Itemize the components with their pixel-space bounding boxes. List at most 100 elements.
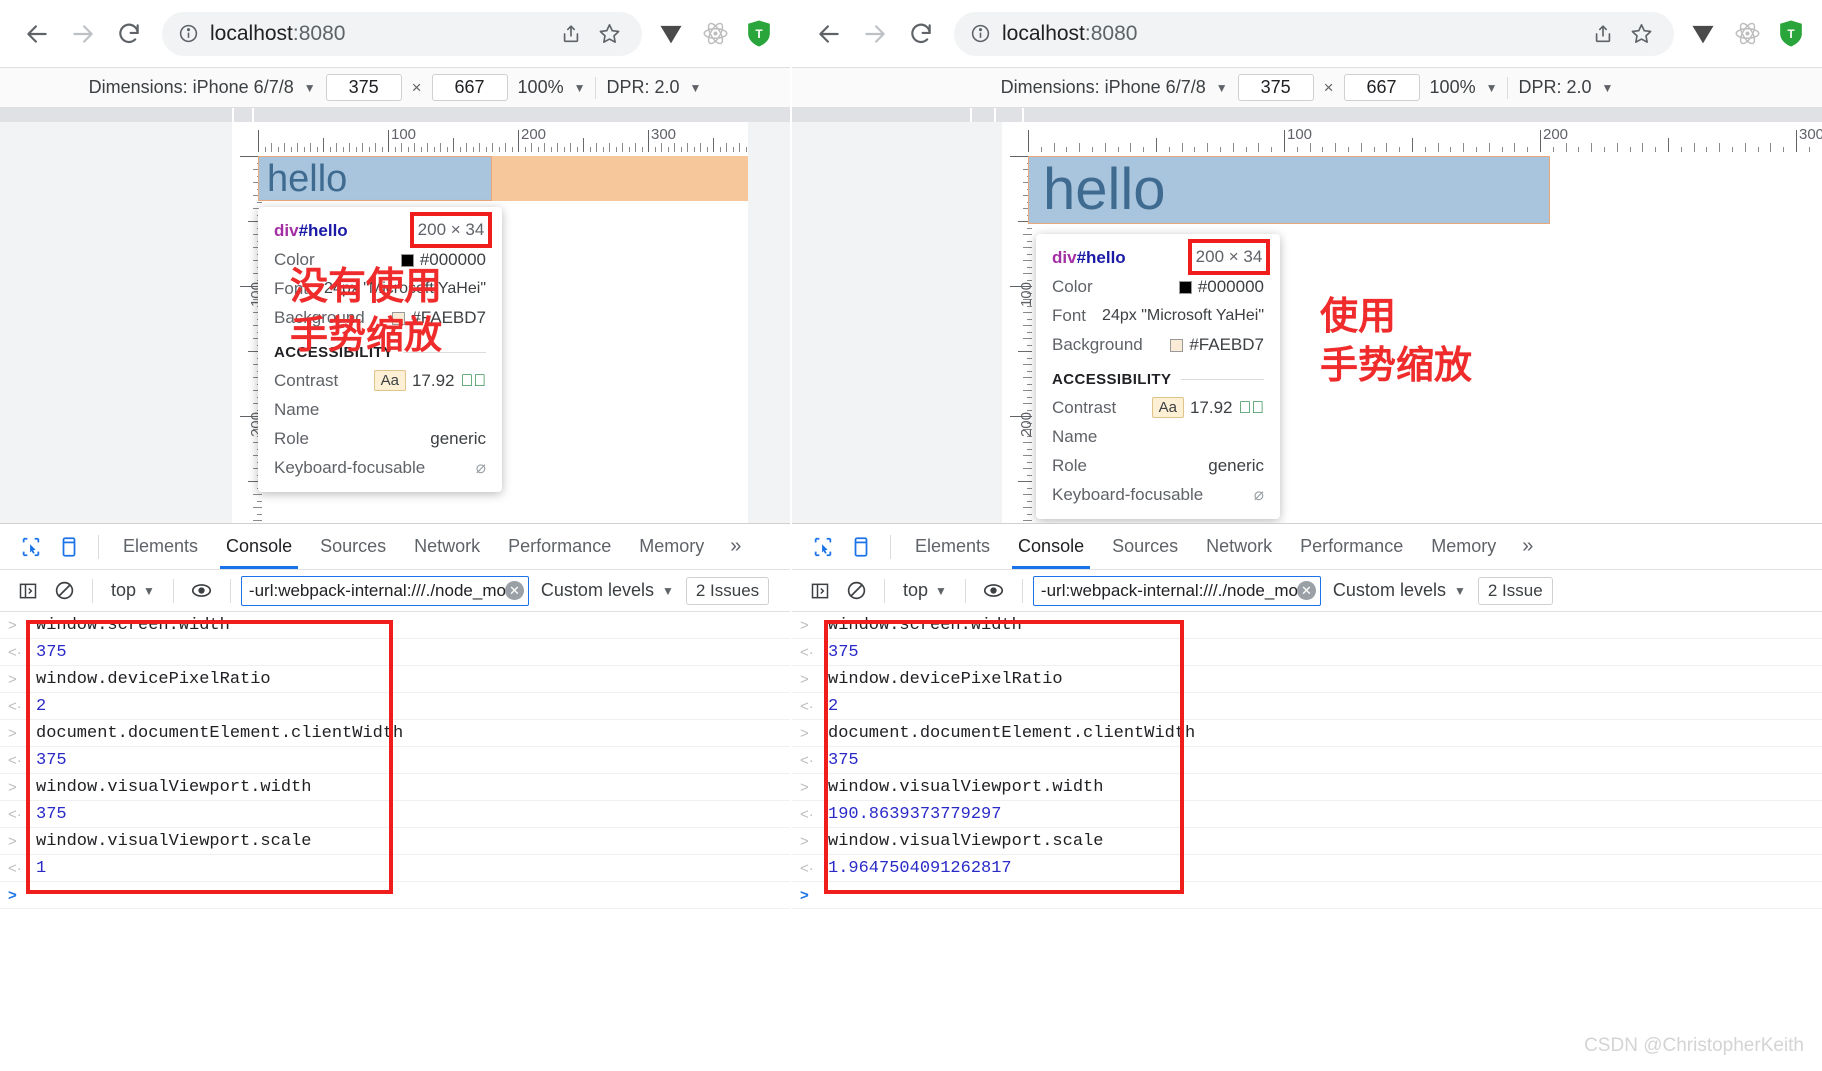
clear-input-icon[interactable]: ✕ <box>504 581 524 600</box>
issues-badge[interactable]: 2 Issue <box>1477 576 1553 605</box>
console-sidebar-icon[interactable] <box>802 575 838 607</box>
console-input-row[interactable]: > window.visualViewport.width <box>0 774 790 801</box>
console-input-row[interactable]: > window.screen.width <box>792 612 1822 639</box>
share-icon[interactable] <box>554 17 588 51</box>
site-info-icon[interactable] <box>176 22 200 46</box>
log-levels-selector[interactable]: Custom levels ▼ <box>1321 580 1478 601</box>
console-filter-input[interactable]: -url:webpack-internal:///./node_modul ✕ <box>240 575 529 606</box>
address-bar[interactable]: localhost:8080 <box>954 11 1674 56</box>
site-info-icon[interactable] <box>968 22 992 46</box>
tab-network[interactable]: Network <box>1192 525 1286 569</box>
chevron-down-icon[interactable]: ▼ <box>1216 81 1228 95</box>
live-expression-icon[interactable] <box>976 575 1012 607</box>
tab-memory[interactable]: Memory <box>625 525 718 569</box>
back-arrow-icon[interactable] <box>806 11 852 57</box>
tab-performance[interactable]: Performance <box>494 525 625 569</box>
contrast-value: Aa 17.92 ✔⃝ <box>373 370 486 391</box>
console-input-row[interactable]: > window.devicePixelRatio <box>792 666 1822 693</box>
react-devtools-extension-icon[interactable] <box>698 17 732 51</box>
console-output-text: 190.8639373779297 <box>828 804 1002 824</box>
tab-sources[interactable]: Sources <box>306 525 400 569</box>
star-icon[interactable] <box>592 17 626 51</box>
chevron-down-icon[interactable]: ▼ <box>304 81 316 95</box>
console-input-row[interactable]: > window.devicePixelRatio <box>0 666 790 693</box>
trend-micro-extension-icon[interactable]: T <box>1774 17 1808 51</box>
react-devtools-extension-icon[interactable] <box>1730 17 1764 51</box>
prompt-caret-icon: > <box>800 886 809 904</box>
live-expression-icon[interactable] <box>184 575 220 607</box>
hello-element[interactable]: hello <box>258 156 492 201</box>
forward-arrow-icon[interactable] <box>60 11 106 57</box>
tab-console[interactable]: Console <box>212 525 306 569</box>
tab-network[interactable]: Network <box>400 525 494 569</box>
device-zoom-label[interactable]: 100% <box>1430 77 1476 98</box>
hello-element[interactable]: hello <box>1028 156 1550 224</box>
console-output: > window.screen.width <· 375 > window.deviceP… <box>0 612 790 1071</box>
device-dpr-label[interactable]: DPR: 2.0 <box>606 77 679 98</box>
output-caret-icon: <· <box>800 859 814 877</box>
share-icon[interactable] <box>1586 17 1620 51</box>
clear-console-icon[interactable] <box>838 575 874 607</box>
device-width-input[interactable]: 375 <box>1237 74 1314 101</box>
trend-micro-extension-icon[interactable]: T <box>742 17 776 51</box>
zoom-chevron-down-icon[interactable]: ▼ <box>1486 81 1498 95</box>
star-icon[interactable] <box>1624 17 1658 51</box>
role-key: Role <box>1052 456 1087 475</box>
execution-context-selector[interactable]: top ▼ <box>103 580 163 601</box>
device-preset-label[interactable]: Dimensions: iPhone 6/7/8 <box>1001 77 1206 98</box>
console-input-row[interactable]: > window.screen.width <box>0 612 790 639</box>
device-preset-label[interactable]: Dimensions: iPhone 6/7/8 <box>89 77 294 98</box>
back-arrow-icon[interactable] <box>14 11 60 57</box>
console-input-row[interactable]: > window.visualViewport.width <box>792 774 1822 801</box>
device-height-input[interactable]: 667 <box>1343 74 1420 101</box>
execution-context-selector[interactable]: top ▼ <box>895 580 955 601</box>
console-sidebar-icon[interactable] <box>10 575 46 607</box>
address-bar[interactable]: localhost:8080 <box>162 11 642 56</box>
console-filter-input[interactable]: -url:webpack-internal:///./node_modul ✕ <box>1032 575 1321 606</box>
more-tabs-icon[interactable]: » <box>718 535 753 558</box>
console-input-text: window.visualViewport.scale <box>36 831 312 851</box>
viewport-top-strip <box>792 108 1822 122</box>
clear-console-icon[interactable] <box>46 575 82 607</box>
tab-performance[interactable]: Performance <box>1286 525 1417 569</box>
levels-chevron-down-icon: ▼ <box>1453 583 1466 598</box>
reload-icon[interactable] <box>898 11 944 57</box>
console-prompt-row[interactable]: > <box>792 882 1822 909</box>
dpr-chevron-down-icon[interactable]: ▼ <box>1602 81 1614 95</box>
vimium-extension-icon[interactable] <box>654 17 688 51</box>
device-width-input[interactable]: 375 <box>325 74 402 101</box>
console-input-text: document.documentElement.clientWidth <box>828 723 1196 743</box>
tooltip-tag-name: div <box>1052 248 1077 267</box>
vimium-extension-icon[interactable] <box>1686 17 1720 51</box>
device-toolbar-right: Dimensions: iPhone 6/7/8 ▼ 375 × 667 100… <box>792 68 1822 108</box>
issues-badge[interactable]: 2 Issues <box>685 576 770 605</box>
device-dpr-label[interactable]: DPR: 2.0 <box>1518 77 1591 98</box>
device-height-input[interactable]: 667 <box>431 74 508 101</box>
device-toolbar-icon[interactable] <box>50 528 88 566</box>
console-prompt-row[interactable]: > <box>0 882 790 909</box>
device-toolbar-icon[interactable] <box>842 528 880 566</box>
zoom-chevron-down-icon[interactable]: ▼ <box>574 81 586 95</box>
clear-input-icon[interactable]: ✕ <box>1296 581 1316 600</box>
tab-elements[interactable]: Elements <box>109 525 212 569</box>
tab-console[interactable]: Console <box>1004 525 1098 569</box>
reload-icon[interactable] <box>106 11 152 57</box>
console-output-text: 375 <box>36 804 67 824</box>
log-levels-selector[interactable]: Custom levels ▼ <box>529 580 686 601</box>
device-viewport-right: 100 200 300 100 200 hello div#hello Color #… <box>792 108 1822 523</box>
tab-sources[interactable]: Sources <box>1098 525 1192 569</box>
tab-elements[interactable]: Elements <box>901 525 1004 569</box>
forward-arrow-icon[interactable] <box>852 11 898 57</box>
dpr-chevron-down-icon[interactable]: ▼ <box>690 81 702 95</box>
tooltip-element-id: #hello <box>1076 248 1126 267</box>
console-input-row[interactable]: > window.visualViewport.scale <box>792 828 1822 855</box>
console-input-text: window.screen.width <box>828 615 1022 635</box>
more-tabs-icon[interactable]: » <box>1510 535 1545 558</box>
inspect-element-icon[interactable] <box>804 528 842 566</box>
inspect-element-icon[interactable] <box>12 528 50 566</box>
console-input-row[interactable]: > document.documentElement.clientWidth <box>792 720 1822 747</box>
tab-memory[interactable]: Memory <box>1417 525 1510 569</box>
console-input-row[interactable]: > document.documentElement.clientWidth <box>0 720 790 747</box>
console-input-row[interactable]: > window.visualViewport.scale <box>0 828 790 855</box>
device-zoom-label[interactable]: 100% <box>518 77 564 98</box>
